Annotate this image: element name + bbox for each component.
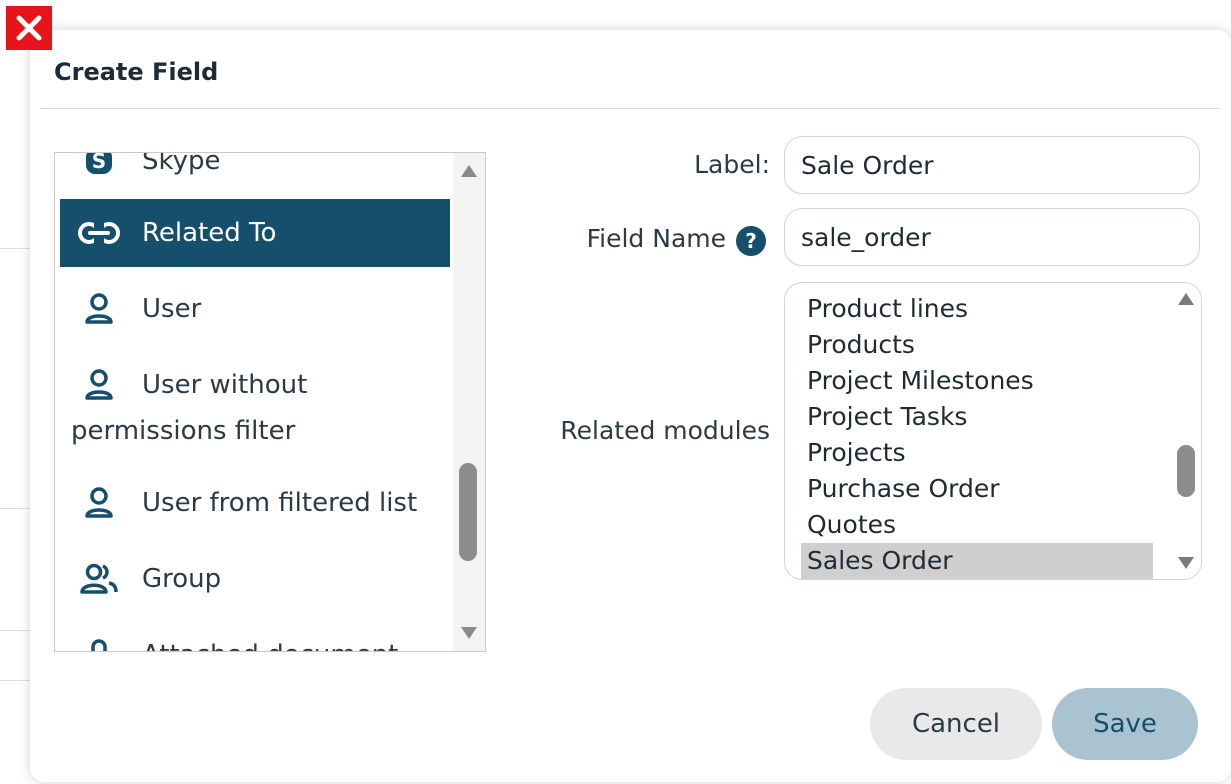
create-field-dialog: Create Field S Skype Related To User Use…	[30, 30, 1231, 782]
field-type-list[interactable]: S Skype Related To User User without per…	[54, 152, 486, 652]
background-divider	[0, 630, 30, 631]
field-name-input[interactable]	[784, 208, 1200, 266]
field-type-label: Related To	[142, 218, 277, 248]
field-type-group[interactable]: Group	[60, 563, 450, 595]
user-icon	[74, 487, 124, 519]
field-type-label-line2: permissions filter	[71, 416, 296, 446]
field-type-label: User	[142, 294, 202, 324]
field-type-user-from-filtered-list[interactable]: User from filtered list	[60, 487, 450, 519]
dialog-header: Create Field	[40, 30, 1220, 109]
module-option[interactable]: Products	[801, 327, 1153, 363]
label-caption: Label:	[694, 150, 770, 179]
help-icon[interactable]: ?	[736, 226, 766, 256]
close-button[interactable]	[6, 6, 52, 50]
label-input[interactable]	[784, 136, 1200, 194]
background-divider	[0, 248, 30, 249]
link-icon	[74, 217, 124, 249]
scroll-up-icon[interactable]	[461, 165, 477, 177]
module-option[interactable]: Project Tasks	[801, 399, 1153, 435]
field-type-label: Group	[142, 564, 222, 594]
attachment-icon	[74, 639, 124, 651]
field-type-user-without-permissions[interactable]: User without	[60, 369, 450, 401]
module-option[interactable]: Quotes	[801, 507, 1153, 543]
field-type-related-to[interactable]: Related To	[60, 199, 450, 267]
module-option-selected[interactable]: Sales Order	[801, 543, 1153, 579]
save-button[interactable]: Save	[1052, 688, 1198, 760]
module-option[interactable]: Project Milestones	[801, 363, 1153, 399]
svg-text:S: S	[92, 152, 106, 173]
background-divider	[0, 508, 30, 509]
group-icon	[74, 563, 124, 595]
field-type-label: Attached document	[142, 639, 398, 651]
field-type-skype[interactable]: S Skype	[60, 152, 450, 177]
page: Create Field S Skype Related To User Use…	[0, 0, 1231, 784]
field-type-user[interactable]: User	[60, 293, 450, 325]
scroll-down-icon[interactable]	[1178, 557, 1194, 569]
close-icon	[16, 15, 42, 41]
field-type-label: User from filtered list	[142, 488, 418, 518]
field-name-caption: Field Name	[586, 224, 726, 253]
field-type-label: User without	[142, 370, 308, 400]
module-option[interactable]: Projects	[801, 435, 1153, 471]
scroll-up-icon[interactable]	[1178, 293, 1194, 305]
background-divider	[0, 680, 30, 681]
user-icon	[74, 369, 124, 401]
user-icon	[74, 293, 124, 325]
skype-icon: S	[74, 152, 124, 177]
field-type-scrollbar[interactable]	[453, 153, 485, 651]
cancel-button[interactable]: Cancel	[870, 688, 1042, 760]
scroll-down-icon[interactable]	[461, 627, 477, 639]
field-type-label: Skype	[142, 152, 221, 176]
module-option[interactable]: Product lines	[801, 291, 1153, 327]
modules-scrollbar[interactable]	[1171, 283, 1201, 579]
scroll-thumb[interactable]	[459, 463, 477, 561]
field-type-attached-document[interactable]: Attached document	[60, 639, 450, 651]
related-modules-caption: Related modules	[560, 416, 770, 445]
related-modules-select[interactable]: Product lines Products Project Milestone…	[784, 282, 1202, 580]
scroll-thumb[interactable]	[1177, 445, 1195, 497]
module-option[interactable]: Purchase Order	[801, 471, 1153, 507]
dialog-title: Create Field	[54, 58, 219, 86]
